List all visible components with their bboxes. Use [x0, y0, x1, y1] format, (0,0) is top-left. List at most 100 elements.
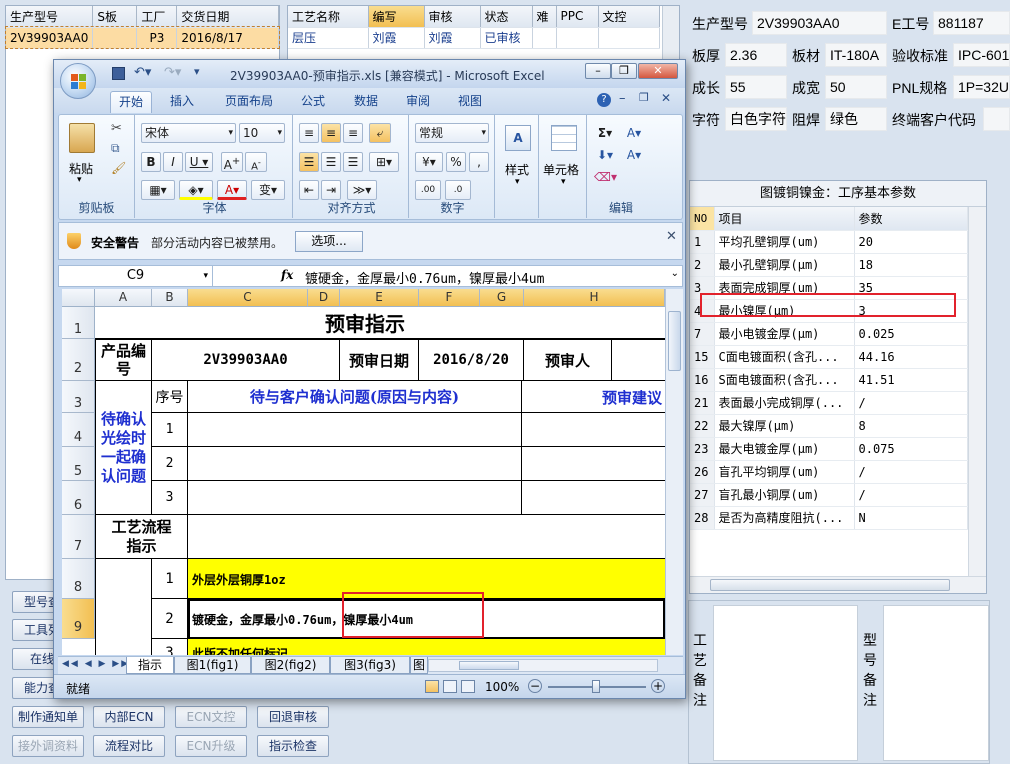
standard-field[interactable]: IPC-601: [953, 43, 1010, 67]
security-options-button[interactable]: 选项...: [295, 231, 363, 252]
table-row[interactable]: 28 是否为高精度阻抗(... N: [690, 506, 968, 530]
ribbon-tab[interactable]: 公式: [293, 91, 333, 113]
process-flow-value[interactable]: [188, 515, 665, 559]
question-3[interactable]: [188, 481, 522, 515]
excel-window[interactable]: ↶▾ ↷▾ ▾ 2V39903AA0-预审指示.xls [兼容模式] - Mic…: [53, 59, 686, 699]
table-row[interactable]: 27 盲孔最小铜厚(um) /: [690, 483, 968, 507]
tab-nav-icons[interactable]: ◀◀ ◀ ▶ ▶▶: [62, 659, 130, 669]
align-right-button[interactable]: ☰: [343, 152, 363, 172]
font-size-select[interactable]: 10 ▾: [239, 123, 285, 143]
redo-icon[interactable]: ↷▾: [164, 65, 181, 80]
underline-button[interactable]: U ▾: [185, 152, 213, 172]
cut-icon[interactable]: ✂: [111, 121, 122, 136]
format-painter-icon[interactable]: 🖌: [111, 161, 126, 175]
page-layout-icon[interactable]: [443, 680, 457, 693]
row-header[interactable]: 7: [62, 515, 95, 559]
name-box[interactable]: C9 ▾: [59, 266, 213, 286]
zoom-out-icon[interactable]: −: [528, 679, 542, 693]
column-header[interactable]: A: [95, 289, 152, 307]
ecn-doc-control-button[interactable]: ECN文控: [175, 706, 247, 728]
currency-button[interactable]: ¥▾: [415, 152, 443, 172]
decrease-indent-button[interactable]: ⇤: [299, 180, 319, 200]
restore-button[interactable]: ❐: [611, 63, 637, 79]
sheet-tab[interactable]: 图1(fig1): [174, 657, 251, 674]
zoom-in-icon[interactable]: +: [651, 679, 665, 693]
ribbon-tab[interactable]: 开始: [110, 91, 153, 113]
customer-code-field[interactable]: [983, 107, 1010, 131]
model-remark-field[interactable]: [883, 605, 989, 761]
minimize-button[interactable]: –: [585, 63, 611, 79]
zoom-slider-thumb[interactable]: [592, 680, 600, 693]
param-horizontal-scrollbar[interactable]: [690, 576, 986, 593]
table-row[interactable]: 2V39903AA0 P3 2016/8/17: [5, 26, 280, 49]
ecn-upgrade-button[interactable]: ECN升级: [175, 735, 247, 757]
sheet-tab[interactable]: 图: [410, 657, 428, 674]
model-field[interactable]: 2V39903AA0: [752, 11, 887, 35]
merge-center-button[interactable]: ⊞▾: [369, 152, 399, 172]
undo-icon[interactable]: ↶▾: [134, 65, 151, 80]
worksheet[interactable]: ABCDEFGH 123456789 预审指示 产品编号 2V39903AA0 …: [62, 289, 665, 655]
zoom-level[interactable]: 100%: [485, 680, 519, 694]
table-row[interactable]: 22 最大镍厚(μm) 8: [690, 414, 968, 438]
row-header[interactable]: 2: [62, 339, 95, 381]
row-header[interactable]: 4: [62, 413, 95, 447]
orientation-button[interactable]: ≫▾: [347, 180, 377, 200]
confirm-questions-label[interactable]: 待确认光绘时一起确认问题: [95, 381, 152, 515]
horizontal-scroll-thumb[interactable]: [710, 579, 950, 591]
grid-header-delivery[interactable]: 交货日期: [176, 6, 279, 28]
row-header[interactable]: 6: [62, 481, 95, 515]
styles-button[interactable]: 样式: [505, 161, 529, 178]
align-middle-button[interactable]: ≡: [321, 123, 341, 143]
flow-no-2[interactable]: 2: [152, 599, 188, 639]
paste-icon[interactable]: [69, 123, 95, 153]
sheet-tab[interactable]: 图2(fig2): [251, 657, 330, 674]
align-top-button[interactable]: ≡: [299, 123, 319, 143]
table-row[interactable]: 26 盲孔平均铜厚(um) /: [690, 460, 968, 484]
table-row[interactable]: 15 C面电镀面积(含孔... 44.16: [690, 345, 968, 369]
autosum-icon[interactable]: Σ▾: [593, 123, 617, 143]
internal-ecn-button[interactable]: 内部ECN: [93, 706, 165, 728]
ribbon-tab[interactable]: 数据: [346, 91, 386, 113]
process-remark-field[interactable]: [713, 605, 858, 761]
sheet-tab[interactable]: 图3(fig3): [330, 657, 410, 674]
scroll-thumb[interactable]: [668, 311, 681, 371]
table-row[interactable]: 1 平均孔壁铜厚(um) 20: [690, 230, 968, 254]
grid-header-difficulty[interactable]: 难: [532, 6, 557, 28]
flow-compare-button[interactable]: 流程对比: [93, 735, 165, 757]
table-row[interactable]: 7 最小电镀金厚(μm) 0.025: [690, 322, 968, 346]
clear-icon[interactable]: ⌫▾: [593, 167, 617, 187]
bold-button[interactable]: B: [141, 152, 161, 172]
row-header[interactable]: 1: [62, 307, 95, 339]
suggestion-2[interactable]: [522, 447, 665, 481]
table-row[interactable]: 2 最小孔壁铜厚(μm) 18: [690, 253, 968, 277]
align-left-button[interactable]: ☰: [299, 152, 319, 172]
grid-header-doc-control[interactable]: 文控: [598, 6, 660, 28]
qat-customize-icon[interactable]: ▾: [194, 65, 200, 78]
process-flow-label[interactable]: 工艺流程指示: [95, 515, 188, 559]
grid-header-model[interactable]: 生产型号: [6, 6, 94, 28]
excel-title-bar[interactable]: ↶▾ ↷▾ ▾ 2V39903AA0-预审指示.xls [兼容模式] - Mic…: [54, 60, 685, 99]
wrap-text-button[interactable]: ⤶: [369, 123, 391, 143]
cells-button[interactable]: 单元格: [543, 161, 579, 178]
grid-header-reviewer[interactable]: 审核: [424, 6, 481, 28]
table-row[interactable]: 23 最大电镀金厚(μm) 0.075: [690, 437, 968, 461]
ribbon-minimize-icon[interactable]: –: [619, 91, 626, 106]
instruction-check-button[interactable]: 指示检查: [257, 735, 329, 757]
product-no-label[interactable]: 产品编号: [95, 339, 152, 381]
seq-2[interactable]: 2: [152, 447, 188, 481]
review-date-value[interactable]: 2016/8/20: [419, 339, 524, 381]
question-header[interactable]: 待与客户确认问题(原因与内容): [188, 381, 522, 413]
fill-icon[interactable]: ⬇▾: [593, 145, 617, 165]
expand-formula-icon[interactable]: ⌄: [671, 268, 679, 279]
grow-font-button[interactable]: A+: [221, 152, 243, 172]
normal-view-icon[interactable]: [425, 680, 439, 693]
grid-header-ppc[interactable]: PPC: [556, 6, 599, 28]
make-notice-button[interactable]: 制作通知单: [12, 706, 84, 728]
sort-filter-icon[interactable]: A▾: [621, 123, 647, 143]
font-name-select[interactable]: 宋体 ▾: [141, 123, 236, 143]
decrease-decimal-button[interactable]: .0: [445, 180, 471, 200]
formula-input[interactable]: 镀硬金，金厚最小0.76um，镍厚最小4um: [305, 268, 544, 287]
product-no-value[interactable]: 2V39903AA0: [152, 339, 340, 381]
paste-dropdown-icon[interactable]: ▾: [77, 175, 82, 185]
help-icon[interactable]: ?: [597, 93, 611, 107]
